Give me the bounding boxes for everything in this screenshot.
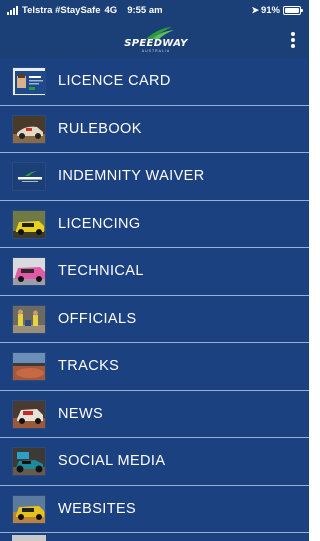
app-screen: Telstra #StaySafe 4G 9:55 am ➤ 91% SPEED… bbox=[0, 0, 309, 541]
menu-item-social-media[interactable]: SOCIAL MEDIA bbox=[0, 438, 309, 486]
battery-icon bbox=[283, 6, 303, 15]
logo-subtext: AUSTRALIA bbox=[141, 49, 171, 53]
menu-item-tracks[interactable]: TRACKS bbox=[0, 343, 309, 391]
location-icon: ➤ bbox=[251, 5, 259, 15]
menu-item-licence-card[interactable]: LICENCE CARD bbox=[0, 58, 309, 106]
licence-card-thumbnail-icon bbox=[12, 67, 46, 96]
indemnity-waiver-thumbnail-icon bbox=[12, 162, 46, 191]
menu-item-licencing[interactable]: LICENCING bbox=[0, 200, 309, 248]
licencing-thumbnail-icon bbox=[12, 209, 46, 239]
network-type: 4G bbox=[104, 5, 118, 16]
status-bar: Telstra #StaySafe 4G 9:55 am ➤ 91% bbox=[0, 0, 309, 22]
menu-label: LICENCE CARD bbox=[58, 73, 171, 89]
menu-item-partial[interactable] bbox=[0, 533, 309, 541]
menu-label: LICENCING bbox=[58, 215, 141, 232]
menu-item-technical[interactable]: TECHNICAL bbox=[0, 248, 309, 296]
menu-label: WEBSITES bbox=[58, 500, 137, 517]
menu-label: SOCIAL MEDIA bbox=[58, 453, 166, 469]
rulebook-thumbnail-icon bbox=[12, 114, 46, 144]
technical-thumbnail-icon bbox=[12, 257, 46, 286]
menu-label: NEWS bbox=[58, 405, 104, 422]
menu-label: OFFICIALS bbox=[58, 310, 137, 327]
status-right: ➤ 91% bbox=[251, 5, 303, 16]
menu-label: TRACKS bbox=[58, 358, 120, 374]
main-menu: LICENCE CARD RULEBOOK INDEMNITY WAIVER L… bbox=[0, 58, 309, 533]
news-thumbnail-icon bbox=[12, 399, 46, 429]
menu-item-indemnity-waiver[interactable]: INDEMNITY WAIVER bbox=[0, 153, 309, 201]
officials-thumbnail-icon bbox=[12, 304, 46, 334]
menu-label: INDEMNITY WAIVER bbox=[58, 168, 205, 184]
menu-label: TECHNICAL bbox=[58, 263, 144, 279]
status-left: Telstra #StaySafe 4G 9:55 am bbox=[7, 5, 163, 16]
websites-thumbnail-icon bbox=[12, 494, 46, 524]
app-header: SPEEDWAY AUSTRALIA bbox=[0, 22, 309, 58]
signal-icon bbox=[7, 6, 19, 15]
clock-time: 9:55 am bbox=[127, 5, 163, 16]
logo-wordmark: SPEEDWAY bbox=[124, 38, 188, 49]
partial-thumbnail-icon bbox=[12, 535, 46, 541]
kebab-menu-icon[interactable] bbox=[288, 30, 298, 50]
social-media-thumbnail-icon bbox=[12, 447, 46, 476]
battery-percent: 91% bbox=[260, 5, 280, 16]
menu-item-officials[interactable]: OFFICIALS bbox=[0, 295, 309, 343]
tracks-thumbnail-icon bbox=[12, 352, 46, 381]
menu-item-news[interactable]: NEWS bbox=[0, 390, 309, 438]
carrier-name: Telstra #StaySafe bbox=[22, 5, 101, 16]
speedway-logo: SPEEDWAY AUSTRALIA bbox=[116, 26, 196, 54]
menu-item-rulebook[interactable]: RULEBOOK bbox=[0, 105, 309, 153]
menu-label: RULEBOOK bbox=[58, 120, 142, 137]
menu-item-websites[interactable]: WEBSITES bbox=[0, 485, 309, 533]
